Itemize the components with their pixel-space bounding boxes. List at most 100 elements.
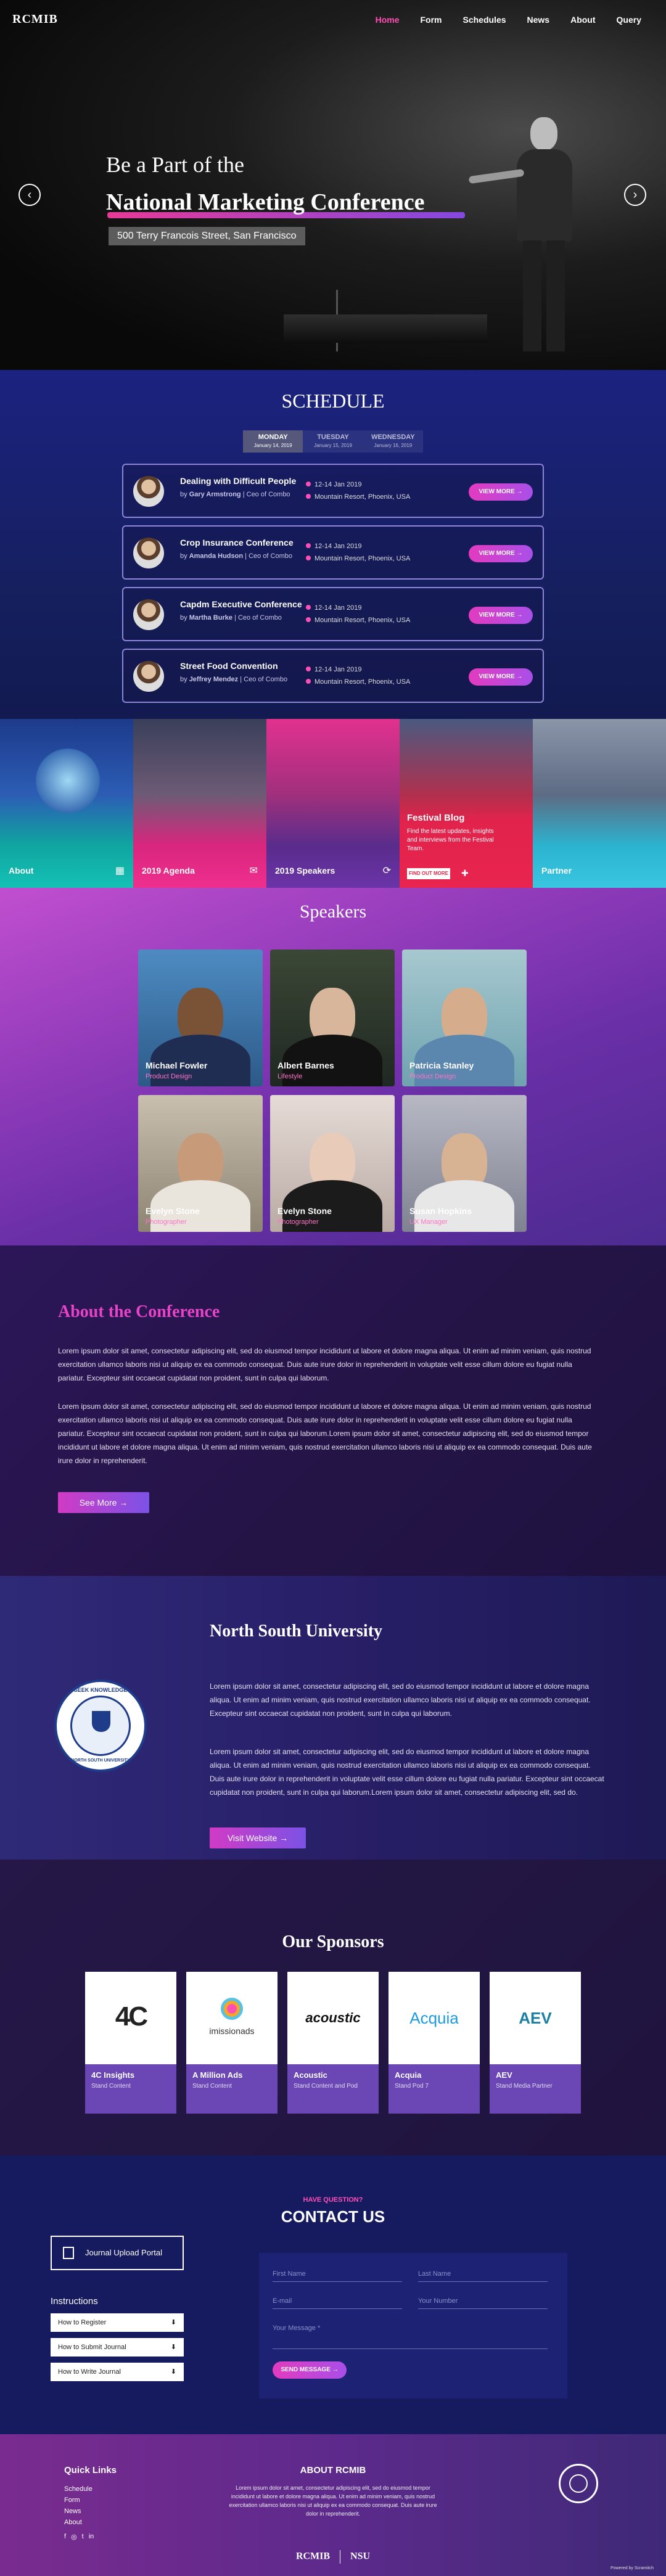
hero-address: 500 Terry Francois Street, San Francisco: [109, 227, 305, 245]
tab-label: WEDNESDAY: [371, 433, 415, 441]
upload-icon: [63, 2247, 74, 2259]
speaker-card[interactable]: Evelyn Stone Photographer: [138, 1095, 263, 1232]
globe-image: [31, 744, 105, 818]
view-more-button[interactable]: VIEW MORE →: [469, 607, 533, 624]
instruction-label: How to Register: [58, 2319, 107, 2326]
sponsor-card[interactable]: imissionads A Million Ads Stand Content: [186, 1972, 278, 2114]
tab-wednesday[interactable]: WEDNESDAY January 16, 2019: [363, 430, 423, 453]
journal-upload-portal-button[interactable]: Journal Upload Portal: [51, 2236, 184, 2270]
slider-next-icon[interactable]: ›: [624, 184, 646, 206]
speaker-role: Ceo of Combo: [246, 491, 290, 498]
tile-partner[interactable]: Partner: [533, 719, 666, 888]
by-label: by: [180, 676, 187, 683]
sponsor-logo: imissionads: [186, 1972, 278, 2064]
footer-link-about[interactable]: About: [64, 2517, 92, 2528]
main-menu: Home Form Schedules News About Query: [376, 15, 641, 25]
facebook-icon[interactable]: f: [64, 2533, 66, 2541]
contact-section: HAVE QUESTION? CONTACT US Journal Upload…: [0, 2156, 666, 2434]
first-name-field[interactable]: First Name: [273, 2270, 402, 2282]
site-logo[interactable]: RCMIB: [12, 12, 58, 27]
twitter-icon[interactable]: t: [82, 2533, 84, 2541]
view-more-button[interactable]: VIEW MORE →: [469, 545, 533, 562]
download-icon: ⬇: [170, 2319, 176, 2326]
footer-brand: RCMIB NSU: [0, 2550, 666, 2564]
instruction-item[interactable]: How to Register ⬇: [51, 2313, 184, 2332]
instruction-item[interactable]: How to Submit Journal ⬇: [51, 2338, 184, 2357]
email-field[interactable]: E-mail: [273, 2297, 402, 2309]
speaker-name: Gary Armstrong: [189, 491, 241, 498]
nav-about[interactable]: About: [570, 15, 595, 25]
plus-icon: ✚: [461, 868, 469, 878]
tile-about[interactable]: About ▦: [0, 719, 133, 888]
contact-title: CONTACT US: [281, 2207, 385, 2226]
footer-link-form[interactable]: Form: [64, 2495, 92, 2506]
tab-tuesday[interactable]: TUESDAY January 15, 2019: [303, 430, 363, 453]
last-name-field[interactable]: Last Name: [418, 2270, 548, 2282]
tile-festival-blog[interactable]: Festival Blog Find the latest updates, i…: [400, 719, 533, 888]
visit-website-button[interactable]: Visit Website →: [210, 1827, 306, 1848]
speaker-role: Product Design: [146, 1073, 192, 1080]
tile-label: About: [9, 866, 34, 876]
speaker-card[interactable]: Evelyn Stone Photographer: [270, 1095, 395, 1232]
speaker-card[interactable]: Michael Fowler Product Design: [138, 950, 263, 1086]
view-more-button[interactable]: VIEW MORE →: [469, 483, 533, 501]
slider-prev-icon[interactable]: ‹: [18, 184, 41, 206]
see-more-button[interactable]: See More →: [58, 1492, 149, 1513]
nav-schedules[interactable]: Schedules: [462, 15, 506, 25]
sponsor-card[interactable]: acoustic Acoustic Stand Content and Pod: [287, 1972, 379, 2114]
nav-home[interactable]: Home: [376, 15, 400, 25]
contact-kicker: HAVE QUESTION?: [303, 2196, 363, 2204]
sponsor-card[interactable]: AEV AEV Stand Media Partner: [490, 1972, 581, 2114]
sponsor-card[interactable]: Acquia Acquia Stand Pod 7: [388, 1972, 480, 2114]
location-icon: [306, 617, 311, 622]
avatar: [133, 599, 164, 630]
view-more-button[interactable]: VIEW MORE →: [469, 668, 533, 686]
tile-label: 2019 Agenda: [142, 866, 195, 876]
speaker-card[interactable]: Patricia Stanley Product Design: [402, 950, 527, 1086]
speaker-role: Ceo of Combo: [244, 676, 288, 683]
logo-text: acoustic: [305, 2010, 361, 2025]
speaker-name: Michael Fowler: [146, 1060, 208, 1070]
tab-monday[interactable]: MONDAY January 14, 2019: [243, 430, 303, 453]
speaker-role: Lifestyle: [278, 1073, 303, 1080]
send-message-button[interactable]: SEND MESSAGE →: [273, 2361, 347, 2379]
nav-news[interactable]: News: [527, 15, 550, 25]
about-title: About the Conference: [58, 1302, 220, 1321]
find-out-more-button[interactable]: FIND OUT MORE: [407, 868, 450, 879]
event-location: Mountain Resort, Phoenix, USA: [306, 555, 410, 562]
credit-text: Powered by Scramitch: [610, 2566, 654, 2570]
nav-query[interactable]: Query: [617, 15, 641, 25]
place-text: Mountain Resort, Phoenix, USA: [314, 493, 411, 501]
sponsor-card[interactable]: 4C 4C Insights Stand Content: [85, 1972, 176, 2114]
about-rcmib-text: Lorem ipsum dolor sit amet, consectetur …: [229, 2485, 437, 2517]
sponsor-role: Stand Content: [192, 2083, 232, 2090]
footer-link-schedule[interactable]: Schedule: [64, 2484, 92, 2495]
location-icon: [306, 556, 311, 560]
event-card: Street Food Convention by Jeffrey Mendez…: [122, 649, 544, 703]
sponsor-role: Stand Content: [91, 2083, 131, 2090]
seal-bottom-text: NORTH SOUTH UNIVERSITY: [71, 1758, 130, 1763]
instruction-item[interactable]: How to Write Journal ⬇: [51, 2363, 184, 2381]
speaker-card[interactable]: Albert Barnes Lifestyle: [270, 950, 395, 1086]
message-field[interactable]: Your Message *: [273, 2324, 548, 2349]
calendar-icon: [306, 482, 311, 486]
seal-inner: [70, 1696, 131, 1756]
event-date: 12-14 Jan 2019: [306, 481, 361, 488]
place-text: Mountain Resort, Phoenix, USA: [314, 678, 411, 686]
nav-form[interactable]: Form: [420, 15, 442, 25]
footer-link-news[interactable]: News: [64, 2506, 92, 2517]
tile-agenda[interactable]: 2019 Agenda ✉: [133, 719, 266, 888]
speaker-role: Ceo of Combo: [237, 614, 282, 621]
hero-line-1: Be a Part of the: [106, 152, 244, 177]
instagram-icon[interactable]: ◎: [71, 2533, 77, 2541]
sponsor-logo: acoustic: [287, 1972, 379, 2064]
tile-label: Partner: [541, 866, 572, 876]
speaker-card[interactable]: Susan Hopkins UX Manager: [402, 1095, 527, 1232]
linkedin-icon[interactable]: in: [89, 2533, 94, 2541]
tile-speakers[interactable]: 2019 Speakers ⟳: [266, 719, 400, 888]
tile-text: Find the latest updates, insights and in…: [407, 828, 494, 852]
sponsor-info: A Million Ads Stand Content: [186, 2064, 278, 2114]
event-title: Street Food Convention: [180, 661, 278, 671]
phone-field[interactable]: Your Number: [418, 2297, 548, 2309]
speakers-title: Speakers: [299, 901, 367, 922]
